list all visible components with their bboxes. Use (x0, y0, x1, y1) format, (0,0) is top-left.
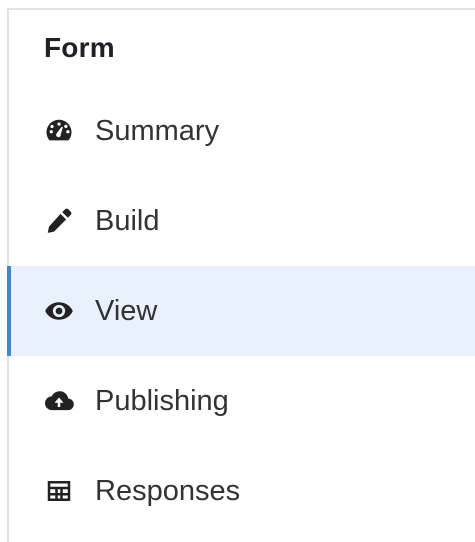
cloud-upload-icon (44, 386, 74, 416)
sidebar-item-label: Publishing (95, 384, 229, 417)
sidebar-nav-list: Summary Build View Publishing Responses (7, 86, 475, 536)
table-icon (44, 476, 74, 506)
sidebar-item-responses[interactable]: Responses (9, 446, 475, 536)
sidebar-item-label: View (95, 294, 158, 327)
sidebar-item-summary[interactable]: Summary (9, 86, 475, 176)
sidebar-item-label: Build (95, 204, 160, 237)
sidebar-item-publishing[interactable]: Publishing (9, 356, 475, 446)
sidebar-item-view[interactable]: View (7, 266, 475, 356)
sidebar-item-label: Summary (95, 114, 220, 147)
pencil-icon (44, 206, 74, 236)
form-sidebar: Form Summary Build View Publishing Respo… (7, 8, 475, 542)
dashboard-gauge-icon (44, 116, 74, 146)
eye-icon (44, 296, 74, 326)
sidebar-item-build[interactable]: Build (9, 176, 475, 266)
sidebar-title: Form (44, 32, 115, 63)
sidebar-item-label: Responses (95, 474, 241, 507)
